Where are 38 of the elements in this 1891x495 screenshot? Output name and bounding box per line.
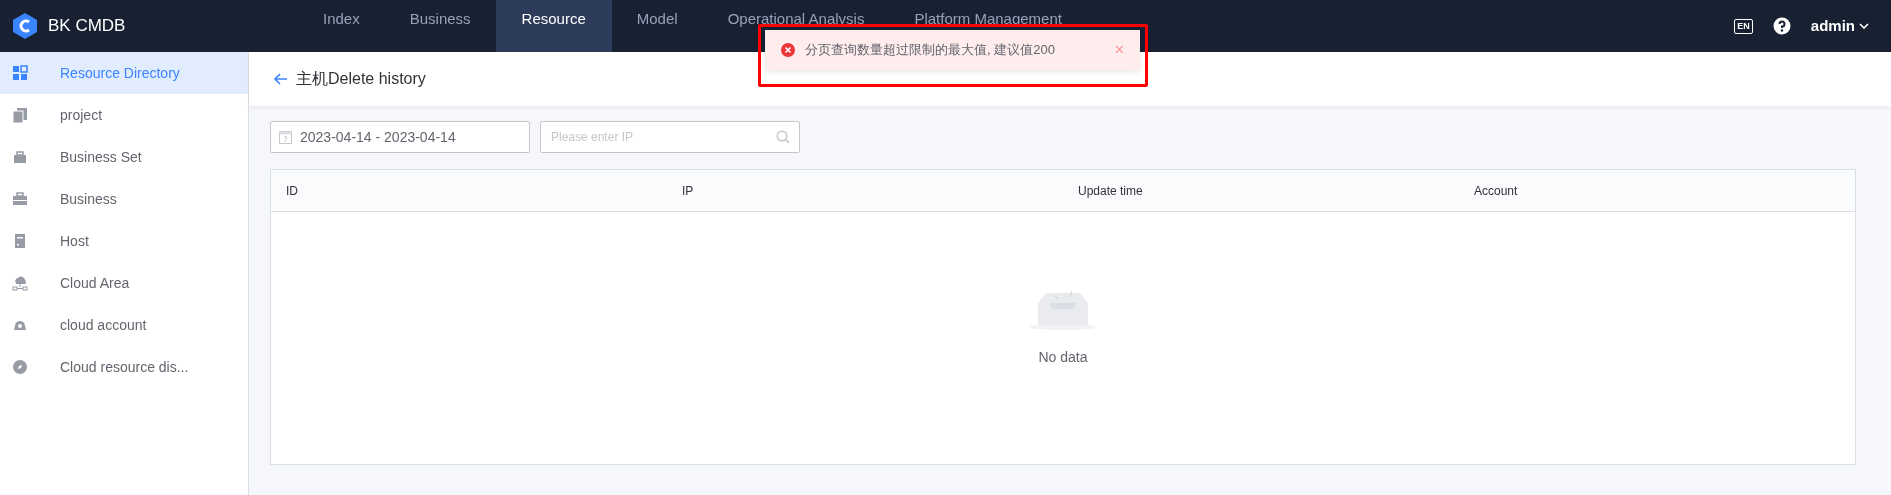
back-arrow-icon[interactable]	[273, 73, 288, 85]
compass-icon	[12, 359, 28, 375]
user-menu[interactable]: admin	[1810, 14, 1869, 38]
sidebar-item[interactable]: cloud account	[0, 304, 248, 346]
sidebar-item[interactable]: Host	[0, 220, 248, 262]
app-name: BK CMDB	[48, 15, 126, 38]
date-range-field[interactable]: 2023-04-14 - 2023-04-14	[270, 121, 530, 153]
bag-icon	[12, 149, 28, 165]
nav-tab[interactable]: Model	[611, 0, 703, 52]
column-header: Account	[1474, 182, 1518, 200]
toast-message: 分页查询数量超过限制的最大值, 建议值200	[805, 41, 1055, 60]
calendar-icon	[279, 130, 292, 144]
nav-tab[interactable]: Resource	[495, 0, 612, 52]
cloud-network-icon	[12, 275, 28, 291]
server-icon	[12, 233, 28, 249]
grid-icon	[12, 65, 28, 81]
sidebar-item[interactable]: project	[0, 94, 248, 136]
column-header: Update time	[1078, 182, 1143, 200]
sidebar-item[interactable]: Business	[0, 178, 248, 220]
language-button[interactable]: EN	[1734, 18, 1753, 34]
briefcase-icon	[12, 191, 28, 207]
sidebar-item[interactable]: Cloud resource dis...	[0, 346, 248, 388]
caret-icon	[1859, 23, 1869, 29]
column-header: IP	[682, 182, 694, 200]
nav-tab[interactable]: Business	[384, 0, 496, 52]
empty-box-icon	[1028, 289, 1098, 331]
sidebar-item[interactable]: Cloud Area	[0, 262, 248, 304]
ip-search-field[interactable]: Please enter IP	[540, 121, 800, 153]
search-icon	[776, 130, 790, 144]
logo-icon	[12, 12, 38, 40]
help-icon[interactable]	[1772, 17, 1791, 35]
stack-icon	[12, 107, 28, 123]
nav-tab[interactable]: Index	[298, 0, 385, 52]
column-header: ID	[286, 182, 298, 200]
page-title: 主机Delete history	[296, 69, 426, 89]
error-icon	[781, 43, 795, 57]
empty-message: No data	[1038, 348, 1088, 367]
sidebar-item[interactable]: Business Set	[0, 136, 248, 178]
